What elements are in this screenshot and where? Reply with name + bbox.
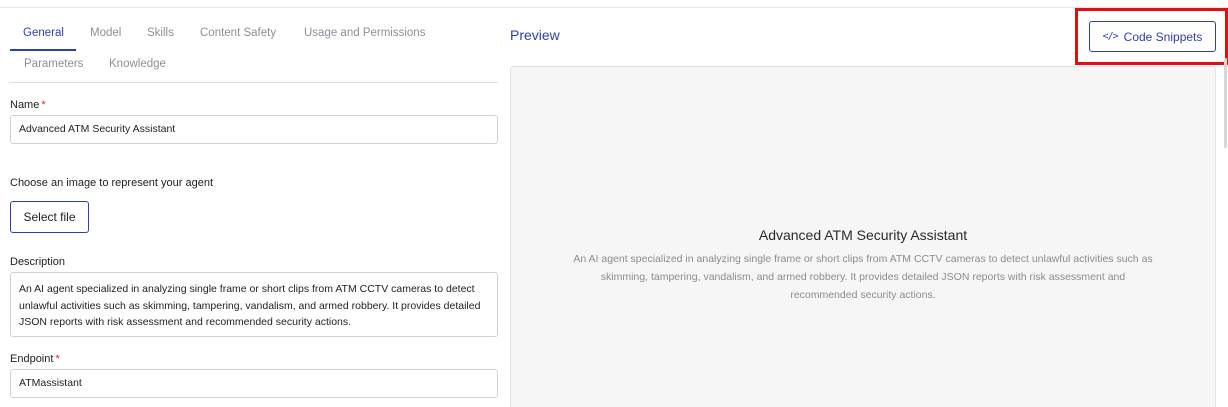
tab-skills[interactable]: Skills	[147, 27, 174, 39]
tab-usage-and-permissions[interactable]: Usage and Permissions	[304, 27, 425, 39]
code-snippets-button[interactable]: </> Code Snippets	[1089, 21, 1216, 52]
preview-heading: Preview	[510, 27, 560, 43]
tab-parameters[interactable]: Parameters	[24, 58, 83, 70]
image-label: Choose an image to represent your agent	[10, 177, 214, 189]
tab-knowledge[interactable]: Knowledge	[109, 58, 166, 70]
name-label: Name *	[10, 99, 46, 111]
preview-agent-description: An AI agent specialized in analyzing sin…	[573, 253, 1153, 301]
endpoint-label-text: Endpoint	[10, 353, 54, 365]
tabs-divider	[10, 82, 498, 83]
tab-content-safety[interactable]: Content Safety	[200, 27, 276, 39]
agent-settings-panel: General Model Skills Content Safety Usag…	[0, 0, 505, 407]
tab-general[interactable]: General	[23, 27, 64, 39]
endpoint-input[interactable]: ATMassistant	[10, 369, 498, 398]
endpoint-label: Endpoint *	[10, 353, 60, 365]
tab-model[interactable]: Model	[90, 27, 121, 39]
name-label-text: Name	[10, 99, 40, 111]
description-textarea[interactable]: An AI agent specialized in analyzing sin…	[10, 272, 498, 337]
required-asterisk: *	[41, 99, 46, 111]
active-tab-indicator	[10, 49, 76, 51]
preview-agent-name: Advanced ATM Security Assistant	[758, 227, 968, 243]
code-snippets-label: Code Snippets	[1123, 29, 1203, 44]
required-asterisk: *	[55, 353, 60, 365]
agent-preview-card: Advanced ATM Security Assistant An AI ag…	[510, 66, 1216, 407]
description-label: Description	[10, 256, 66, 268]
code-icon: </>	[1102, 31, 1119, 42]
name-input[interactable]: Advanced ATM Security Assistant	[10, 115, 498, 144]
select-file-button[interactable]: Select file	[10, 201, 89, 233]
page-scrollbar[interactable]	[1224, 58, 1227, 148]
